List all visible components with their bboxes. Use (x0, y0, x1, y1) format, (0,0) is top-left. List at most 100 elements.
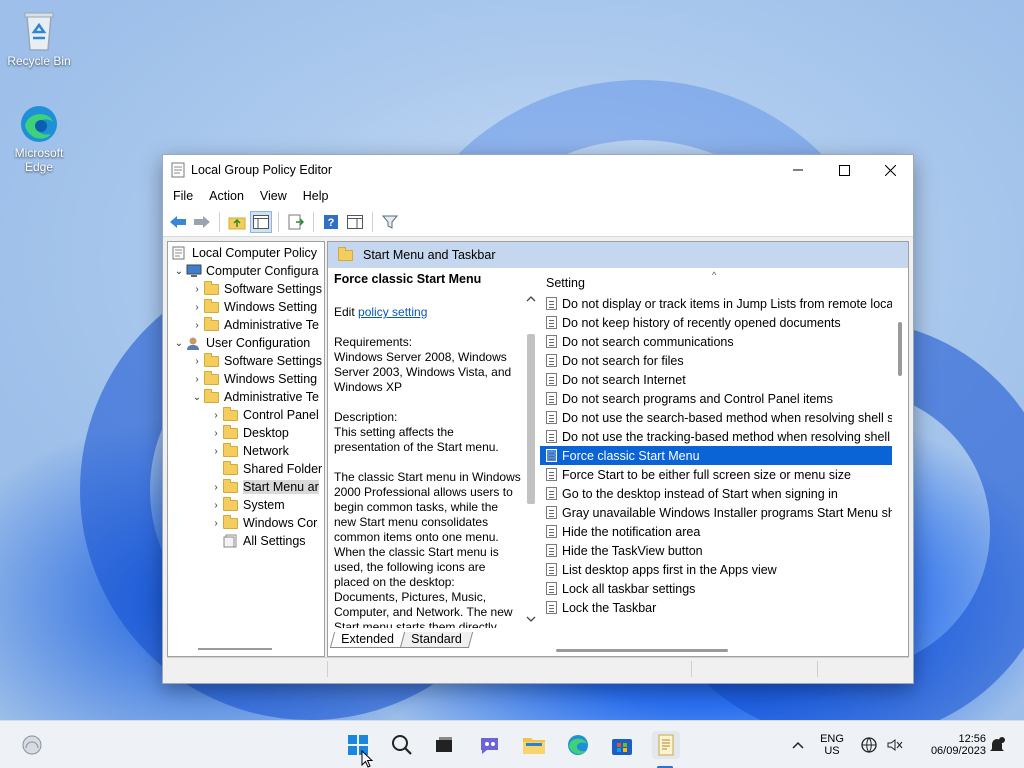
tree-item-administrative-templates[interactable]: › Administrative Te (190, 316, 319, 334)
tree-item-software-settings[interactable]: › Software Settings (190, 280, 322, 298)
menu-file[interactable]: File (165, 189, 201, 203)
show-hidden-icons-button[interactable] (786, 721, 810, 768)
widgets-button[interactable] (18, 731, 46, 759)
close-button[interactable] (867, 155, 913, 185)
policy-setting-row[interactable]: Hide the notification area (540, 522, 892, 541)
tree-item-administrative-templates[interactable]: ⌄ Administrative Te (190, 388, 319, 406)
chevron-down-icon[interactable]: ⌄ (172, 266, 186, 277)
minimize-button[interactable] (775, 155, 821, 185)
search-button[interactable] (388, 731, 416, 759)
chevron-right-icon[interactable]: › (209, 518, 223, 529)
settings-list-scrollbar[interactable] (898, 322, 902, 376)
chat-icon (481, 738, 498, 754)
menu-action[interactable]: Action (201, 189, 252, 203)
policy-setting-row[interactable]: Do not search programs and Control Panel… (540, 389, 892, 408)
toolbar-separator (313, 211, 314, 232)
policy-setting-row[interactable]: Do not search Internet (540, 370, 892, 389)
up-one-level-button[interactable] (226, 211, 248, 233)
file-explorer-button[interactable] (520, 731, 548, 759)
chevron-down-icon[interactable]: ⌄ (190, 392, 204, 403)
tree-item-windows-components[interactable]: › Windows Cor (209, 514, 317, 532)
chevron-right-icon[interactable]: › (190, 374, 204, 385)
notifications-button[interactable] (986, 721, 1008, 768)
tree-item-network[interactable]: › Network (209, 442, 289, 460)
policy-setting-row[interactable]: Gray unavailable Windows Installer progr… (540, 503, 892, 522)
tab-extended[interactable]: Extended (329, 632, 405, 648)
policy-setting-row[interactable]: Lock all taskbar settings (540, 579, 892, 598)
chevron-down-icon[interactable]: ⌄ (172, 338, 186, 349)
chat-button[interactable] (476, 731, 504, 759)
tree-item-local-computer-policy[interactable]: Local Computer Policy (172, 244, 317, 262)
policy-setting-row[interactable]: Force classic Start Menu (540, 446, 892, 465)
policy-setting-icon (546, 430, 557, 443)
policy-setting-row[interactable]: Force Start to be either full screen siz… (540, 465, 892, 484)
menu-view[interactable]: View (252, 189, 295, 203)
tab-standard[interactable]: Standard (399, 632, 473, 648)
desktop-icon-recycle-bin[interactable]: Recycle Bin (4, 10, 74, 68)
policy-setting-row[interactable]: Do not use the search-based method when … (540, 408, 892, 427)
forward-button[interactable] (191, 211, 213, 233)
scrollbar-thumb[interactable] (527, 334, 535, 504)
chevron-right-icon[interactable]: › (209, 482, 223, 493)
policy-setting-row[interactable]: Lock the Taskbar (540, 598, 892, 617)
policy-setting-row[interactable]: Do not search communications (540, 332, 892, 351)
back-button[interactable] (167, 211, 189, 233)
edge-button[interactable] (564, 731, 592, 759)
chevron-right-icon[interactable]: › (190, 284, 204, 295)
tree-item-computer-configuration[interactable]: ⌄ Computer Configura (172, 262, 319, 280)
filter-button[interactable] (379, 211, 401, 233)
volume-button[interactable] (884, 721, 906, 768)
policy-setting-icon (546, 544, 557, 557)
policy-setting-row[interactable]: Do not keep history of recently opened d… (540, 313, 892, 332)
policy-setting-row[interactable]: Go to the desktop instead of Start when … (540, 484, 892, 503)
edit-policy-setting-link[interactable]: policy setting (358, 305, 427, 319)
input-language-indicator[interactable]: ENG US (814, 721, 850, 768)
policy-setting-row[interactable]: Do not search for files (540, 351, 892, 370)
maximize-button[interactable] (821, 155, 867, 185)
description-scrollbar[interactable] (524, 294, 538, 624)
scroll-up-icon[interactable] (524, 294, 538, 304)
desktop-icon-edge[interactable]: Microsoft Edge (4, 104, 74, 174)
chevron-right-icon[interactable]: › (190, 302, 204, 313)
action-pane-button[interactable] (344, 211, 366, 233)
show-hide-tree-button[interactable] (250, 210, 272, 233)
view-tabs: Extended Standard (329, 632, 473, 650)
tree-item-control-panel[interactable]: › Control Panel (209, 406, 319, 424)
task-view-button[interactable] (430, 731, 458, 759)
chevron-right-icon[interactable]: › (209, 500, 223, 511)
menu-help[interactable]: Help (295, 189, 337, 203)
store-button[interactable] (608, 731, 636, 759)
policy-setting-row[interactable]: Do not use the tracking-based method whe… (540, 427, 892, 446)
export-list-button[interactable] (285, 211, 307, 233)
clock[interactable]: 12:56 06/09/2023 (914, 721, 986, 768)
folder-icon (223, 514, 238, 529)
chevron-right-icon[interactable]: › (190, 356, 204, 367)
tree-item-windows-settings[interactable]: › Windows Setting (190, 370, 317, 388)
policy-setting-icon (546, 297, 557, 310)
chevron-right-icon[interactable]: › (209, 446, 223, 457)
tree-item-user-configuration[interactable]: ⌄ User Configuration (172, 334, 310, 352)
tree-item-system[interactable]: › System (209, 496, 285, 514)
settings-list-horizontal-scrollbar[interactable] (556, 649, 728, 652)
tree-item-shared-folders[interactable]: Shared Folder (209, 460, 322, 478)
group-policy-editor-window: Local Group Policy Editor File Action Vi… (162, 154, 914, 684)
help-button[interactable]: ? (320, 211, 342, 233)
policy-setting-row[interactable]: List desktop apps first in the Apps view (540, 560, 892, 579)
tree-item-windows-settings[interactable]: › Windows Setting (190, 298, 317, 316)
policy-setting-row[interactable]: Do not display or track items in Jump Li… (540, 294, 892, 313)
group-policy-taskbar-button[interactable] (652, 731, 680, 759)
chevron-right-icon[interactable]: › (209, 428, 223, 439)
chevron-right-icon[interactable]: › (190, 320, 204, 331)
scroll-down-icon[interactable] (524, 614, 538, 624)
setting-column-header[interactable]: ^ Setting (540, 268, 908, 294)
toolbar-separator (219, 211, 220, 232)
tree-item-desktop[interactable]: › Desktop (209, 424, 289, 442)
tree-item-start-menu-and-taskbar[interactable]: › Start Menu ar (209, 478, 319, 496)
tree-horizontal-scrollbar[interactable] (198, 648, 272, 650)
title-bar[interactable]: Local Group Policy Editor (163, 155, 913, 185)
chevron-right-icon[interactable]: › (209, 410, 223, 421)
network-button[interactable] (858, 721, 880, 768)
policy-setting-row[interactable]: Hide the TaskView button (540, 541, 892, 560)
tree-item-all-settings[interactable]: All Settings (209, 532, 306, 550)
tree-item-software-settings[interactable]: › Software Settings (190, 352, 322, 370)
